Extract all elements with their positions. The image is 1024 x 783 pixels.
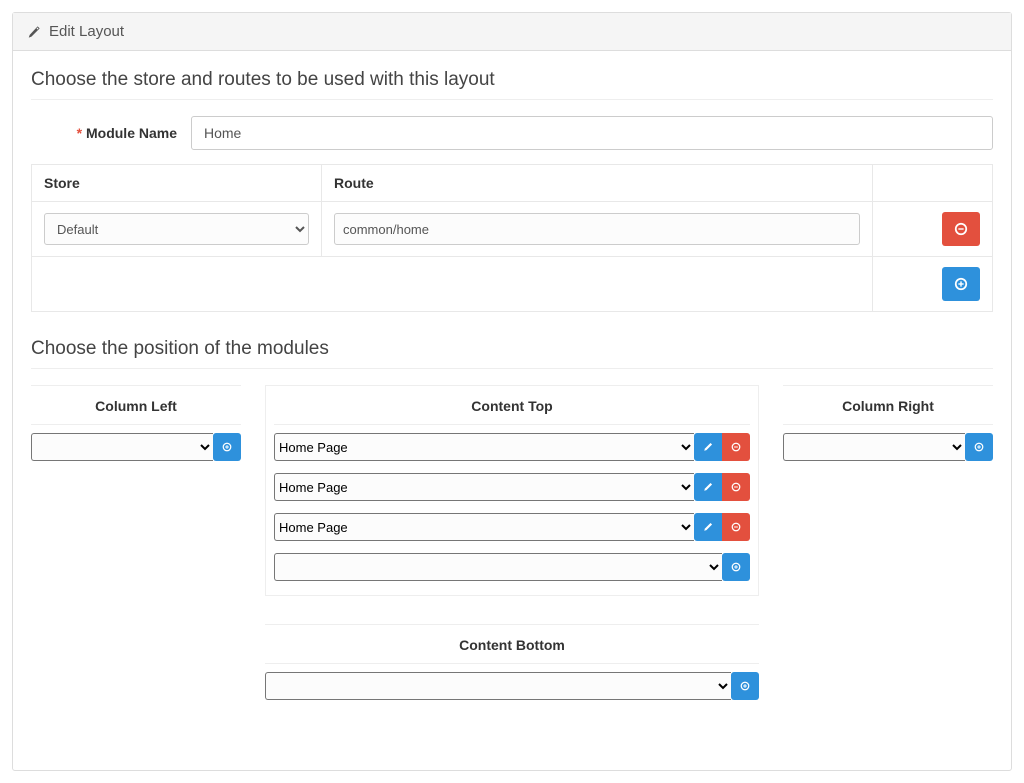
pencil-icon [703,479,713,495]
module-row [783,433,993,461]
remove-module-button[interactable] [722,433,750,461]
routes-header-action [873,165,993,202]
add-module-button[interactable] [722,553,750,581]
add-module-button[interactable] [965,433,993,461]
pencil-icon [703,519,713,535]
module-select[interactable] [31,433,213,461]
content-top-title: Content Top [274,392,750,425]
content-top: Content Top Home Page [265,385,759,596]
plus-circle-icon [222,439,232,455]
routes-legend: Choose the store and routes to be used w… [31,65,993,100]
edit-module-button[interactable] [694,473,722,501]
column-right-title: Column Right [783,392,993,425]
positions-row: Column Left [31,385,993,720]
module-name-row: * Module Name [31,116,993,150]
pencil-icon [27,25,41,39]
routes-fieldset: Choose the store and routes to be used w… [31,65,993,312]
panel-title: Edit Layout [49,23,124,40]
minus-circle-icon [731,479,741,495]
module-select[interactable] [274,553,722,581]
module-row: Home Page [274,513,750,541]
routes-header-store: Store [32,165,322,202]
route-input[interactable] [334,213,860,245]
minus-circle-icon [954,222,968,236]
module-row [265,672,759,700]
module-select[interactable] [265,672,731,700]
plus-circle-icon [740,678,750,694]
module-select[interactable]: Home Page [274,513,694,541]
module-row: Home Page [274,433,750,461]
edit-module-button[interactable] [694,513,722,541]
column-left-title: Column Left [31,392,241,425]
module-select[interactable]: Home Page [274,433,694,461]
remove-module-button[interactable] [722,513,750,541]
panel-heading: Edit Layout [13,13,1011,51]
plus-circle-icon [954,277,968,291]
positions-legend: Choose the position of the modules [31,334,993,369]
remove-module-button[interactable] [722,473,750,501]
routes-add-row [32,257,993,312]
minus-circle-icon [731,439,741,455]
add-module-button[interactable] [213,433,241,461]
content-center: Content Top Home Page [265,385,759,720]
module-row [274,553,750,581]
add-route-button[interactable] [942,267,980,301]
module-row [31,433,241,461]
plus-circle-icon [731,559,741,575]
column-left: Column Left [31,385,241,720]
panel-body: Choose the store and routes to be used w… [13,51,1011,770]
add-module-button[interactable] [731,672,759,700]
module-select[interactable] [783,433,965,461]
routes-row: Default [32,202,993,257]
plus-circle-icon [974,439,984,455]
module-name-label: * Module Name [31,125,191,141]
column-right: Column Right [783,385,993,720]
positions-fieldset: Choose the position of the modules Colum… [31,334,993,720]
content-bottom: Content Bottom [265,624,759,712]
content-bottom-title: Content Bottom [265,631,759,664]
edit-module-button[interactable] [694,433,722,461]
module-select[interactable]: Home Page [274,473,694,501]
pencil-icon [703,439,713,455]
module-name-input[interactable] [191,116,993,150]
remove-route-button[interactable] [942,212,980,246]
module-row: Home Page [274,473,750,501]
routes-header-route: Route [322,165,873,202]
edit-layout-panel: Edit Layout Choose the store and routes … [12,12,1012,771]
routes-table: Store Route Default [31,164,993,312]
minus-circle-icon [731,519,741,535]
store-select[interactable]: Default [44,213,309,245]
